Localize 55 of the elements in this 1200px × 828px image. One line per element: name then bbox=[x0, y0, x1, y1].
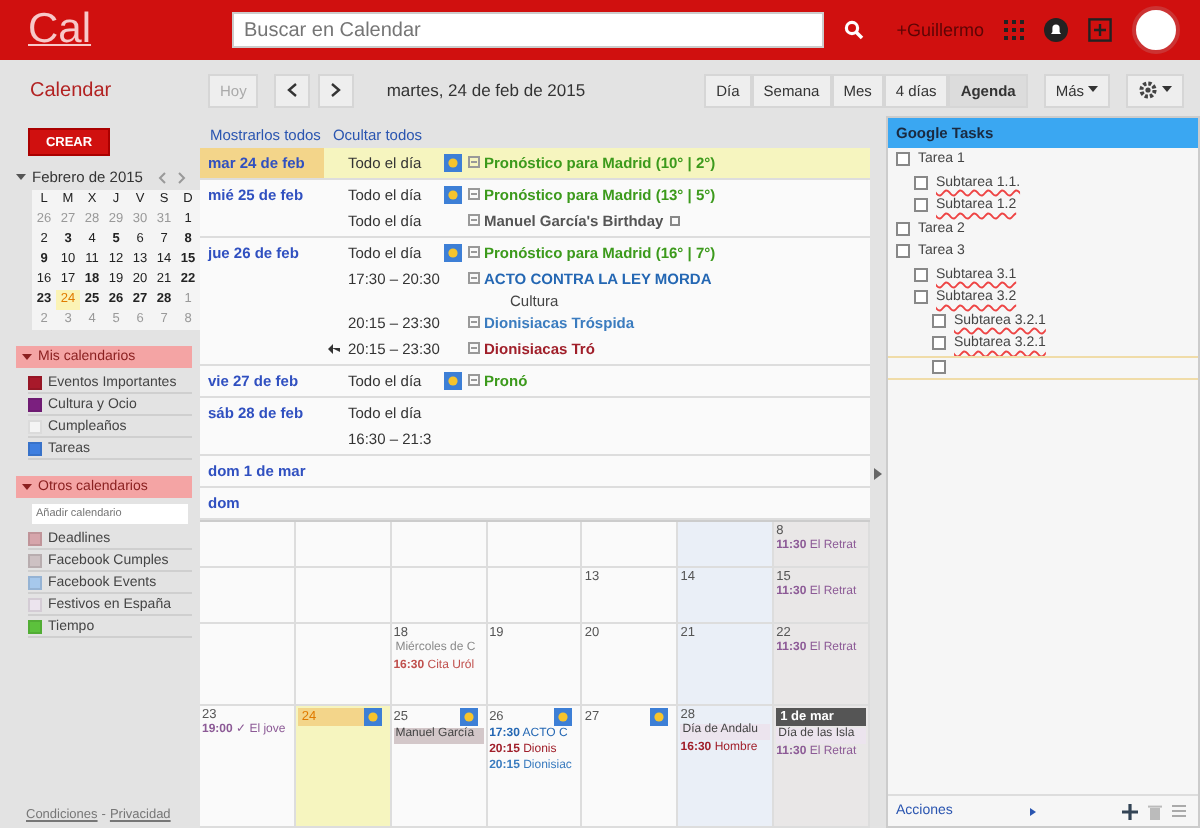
expand-icon[interactable] bbox=[468, 374, 480, 386]
bell-icon[interactable] bbox=[1044, 18, 1068, 42]
sun-icon bbox=[554, 707, 573, 726]
list-icon[interactable] bbox=[1172, 804, 1190, 818]
task-checkbox[interactable] bbox=[896, 221, 910, 236]
task-checkbox[interactable] bbox=[914, 290, 928, 305]
caret-icon bbox=[1162, 86, 1172, 94]
sun-icon bbox=[444, 244, 462, 262]
caret-icon[interactable] bbox=[22, 483, 32, 491]
settings-button[interactable] bbox=[1126, 73, 1184, 107]
task-checkbox[interactable] bbox=[932, 336, 946, 351]
app-logo[interactable]: Cal bbox=[28, 6, 212, 54]
settings-icon bbox=[1138, 80, 1158, 100]
sun-icon bbox=[444, 154, 462, 172]
expand-icon[interactable] bbox=[468, 246, 480, 258]
expand-icon[interactable] bbox=[468, 316, 480, 328]
sun-icon bbox=[650, 707, 669, 726]
expand-icon[interactable] bbox=[468, 272, 480, 284]
task-checkbox[interactable] bbox=[932, 313, 946, 328]
task-checkbox[interactable] bbox=[914, 267, 928, 282]
chevron-right-icon bbox=[330, 82, 343, 98]
task-checkbox[interactable] bbox=[932, 360, 946, 374]
previous-button[interactable] bbox=[274, 73, 311, 107]
sun-icon bbox=[444, 372, 462, 390]
chevron-left-icon bbox=[286, 82, 299, 98]
chevron-left-icon[interactable] bbox=[158, 171, 166, 183]
caret-right-icon[interactable] bbox=[1030, 807, 1037, 815]
caret-icon bbox=[1088, 86, 1098, 94]
add-icon[interactable] bbox=[1122, 803, 1138, 819]
expand-icon[interactable] bbox=[468, 214, 480, 226]
sun-icon bbox=[459, 707, 478, 726]
avatar[interactable] bbox=[1132, 6, 1180, 54]
add-box-icon[interactable] bbox=[1088, 18, 1112, 42]
copy-icon bbox=[669, 214, 682, 226]
chevron-right-icon[interactable] bbox=[178, 171, 186, 183]
task-checkbox[interactable] bbox=[896, 244, 910, 259]
apps-grid-icon[interactable] bbox=[1004, 20, 1024, 40]
sun-icon bbox=[444, 186, 462, 204]
trash-icon[interactable] bbox=[1148, 803, 1162, 819]
search-icon[interactable] bbox=[844, 20, 864, 40]
task-checkbox[interactable] bbox=[896, 152, 910, 167]
reply-arrow-icon bbox=[328, 344, 340, 354]
current-date: martes, 24 de feb de 2015 bbox=[386, 80, 586, 100]
next-button[interactable] bbox=[318, 73, 355, 107]
expand-icon[interactable] bbox=[468, 342, 480, 354]
expand-icon[interactable] bbox=[468, 188, 480, 200]
expand-icon[interactable] bbox=[468, 156, 480, 168]
search-field[interactable]: Buscar en Calendar bbox=[232, 12, 824, 48]
caret-icon[interactable] bbox=[16, 173, 26, 181]
app-title: Calendar bbox=[30, 79, 114, 101]
sun-icon bbox=[363, 707, 382, 726]
caret-icon[interactable] bbox=[22, 353, 32, 361]
task-checkbox[interactable] bbox=[914, 175, 928, 190]
task-checkbox[interactable] bbox=[914, 198, 928, 213]
panel-toggle-icon[interactable] bbox=[874, 468, 882, 480]
